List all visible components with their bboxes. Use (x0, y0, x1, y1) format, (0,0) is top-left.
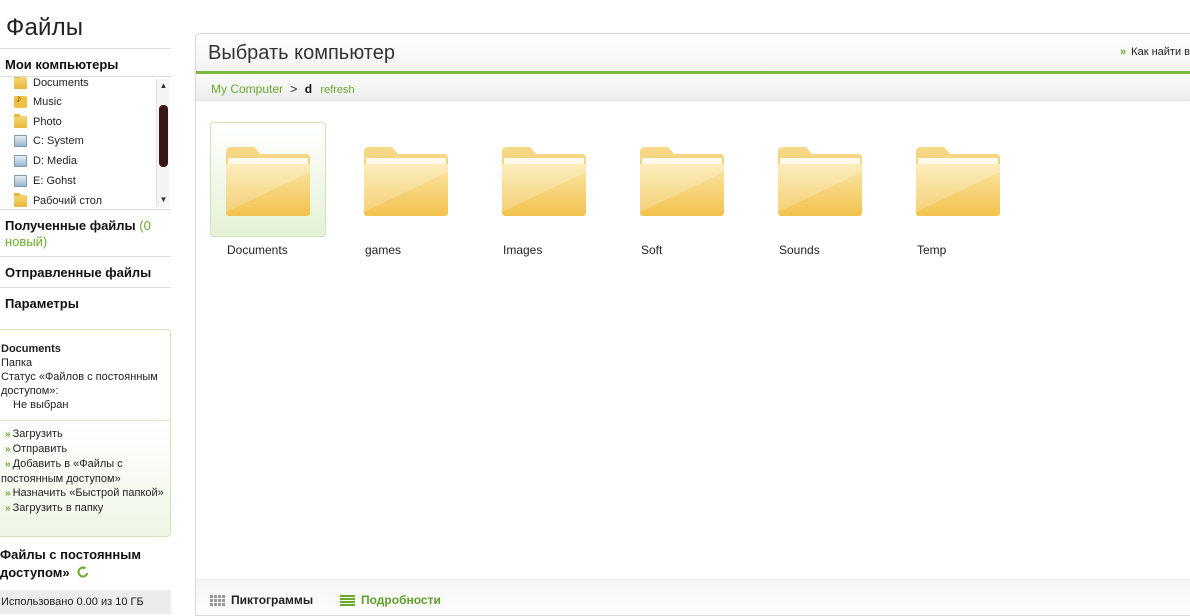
access-status-value: Не выбран (13, 399, 69, 411)
tree-item-photo[interactable]: Photo (14, 113, 62, 131)
folder-label: games (365, 243, 402, 257)
folder-item[interactable]: Documents (210, 122, 326, 262)
view-details-label: Подробности (361, 593, 441, 607)
upload-to-folder-action[interactable]: » Загрузить в папку (1, 501, 169, 516)
folder-label: Documents (227, 243, 288, 257)
folder-label: Temp (917, 243, 947, 257)
list-icon (340, 594, 355, 606)
view-icons-button[interactable]: Пиктограммы (210, 593, 313, 607)
chevron-right-icon: » (5, 488, 11, 499)
folder-icon (14, 77, 27, 89)
divider (0, 420, 170, 421)
tree-item-label: Рабочий стол (33, 195, 103, 207)
storage-usage: Использовано 0.00 из 10 ГБ (0, 590, 171, 614)
folder-label: Images (503, 243, 543, 257)
folder-grid: Documents games Images Soft Sounds Temp (210, 122, 1170, 262)
view-icons-label: Пиктограммы (231, 593, 314, 607)
access-status-label: Статус «Файлов с постоянным доступом»: (1, 371, 158, 397)
tree-item-music[interactable]: Music (14, 93, 62, 111)
view-details-button[interactable]: Подробности (340, 593, 441, 607)
scroll-up-arrow-icon[interactable]: ▲ (159, 81, 168, 91)
send-action[interactable]: » Отправить (1, 442, 169, 457)
refresh-link[interactable]: refresh (320, 84, 354, 96)
add-to-pinned-action[interactable]: » Добавить в «Файлы с постоянным доступом… (1, 457, 169, 486)
upload-action[interactable]: » Загрузить (1, 427, 169, 442)
pinned-files-heading[interactable]: Файлы с постоянным доступом» (0, 546, 171, 582)
settings-link[interactable]: Параметры (5, 296, 79, 311)
folder-icon (640, 147, 724, 216)
chevron-right-icon: » (5, 503, 11, 514)
tree-item-label: E: Gohst (33, 175, 76, 187)
breadcrumb-root-link[interactable]: My Computer (211, 82, 283, 96)
folder-item[interactable]: Soft (624, 122, 740, 262)
divider (0, 287, 171, 288)
main-header: Выбрать компьютер » Как найти в (196, 34, 1190, 74)
help-link[interactable]: » Как найти в (1120, 46, 1190, 58)
tree-item-label: D: Media (33, 155, 78, 167)
selected-item-type: Папка (1, 357, 33, 369)
breadcrumb-current: d (304, 82, 313, 96)
tree-item-c-system[interactable]: C: System (14, 132, 84, 150)
view-switcher: Пиктограммы Подробности (196, 579, 1190, 615)
tree-item-label: Photo (33, 116, 62, 128)
folder-icon (14, 193, 27, 207)
sent-files-link[interactable]: Отправленные файлы (5, 265, 151, 280)
chevron-right-icon: » (1120, 46, 1127, 58)
scrollbar-thumb[interactable] (159, 105, 168, 167)
tree-item-e-gohst[interactable]: E: Gohst (14, 172, 76, 190)
selected-item-name: Documents (1, 343, 61, 355)
actions-list: » Загрузить » Отправить » Добавить в «Файлы… (1, 427, 169, 516)
received-files-link[interactable]: Полученные файлы (0 новый) (5, 218, 170, 250)
music-folder-icon (14, 93, 27, 108)
tree-item-label: Documents (33, 77, 89, 89)
tree-scrollbar[interactable]: ▲ ▼ (156, 79, 169, 207)
tree-item-desktop[interactable]: Рабочий стол (14, 192, 102, 209)
sidebar: Файлы Мои компьютеры Documents Music Pho… (0, 0, 171, 616)
chevron-right-icon: » (5, 444, 11, 455)
folder-item[interactable]: Sounds (762, 122, 878, 262)
folder-label: Soft (641, 243, 663, 257)
pinned-files-label: Файлы с постоянным доступом» (0, 547, 141, 580)
chevron-right-icon: » (5, 459, 11, 470)
drive-icon (14, 155, 27, 167)
page-title: Файлы (6, 14, 84, 41)
folder-icon (502, 147, 586, 216)
computer-tree: Documents Music Photo C: System D: Media… (0, 77, 171, 209)
chevron-right-icon: » (5, 429, 11, 440)
tree-item-d-media[interactable]: D: Media (14, 152, 77, 170)
folder-icon (226, 147, 310, 216)
tree-item-label: Music (33, 96, 62, 108)
selection-info-panel: Documents Папка Статус «Файлов с постоян… (0, 329, 171, 537)
tree-item-documents[interactable]: Documents (14, 77, 89, 92)
folder-item[interactable]: games (348, 122, 464, 262)
tree-item-label: C: System (33, 135, 84, 147)
folder-icon (364, 147, 448, 216)
received-files-label: Полученные файлы (5, 218, 136, 233)
set-quick-folder-action[interactable]: » Назначить «Быстрой папкой» (1, 486, 169, 501)
divider (0, 256, 171, 257)
main-panel: Выбрать компьютер » Как найти в My Comput… (195, 33, 1190, 616)
divider (0, 48, 171, 49)
scroll-down-arrow-icon[interactable]: ▼ (159, 195, 168, 205)
grid-icon (210, 594, 225, 606)
main-title: Выбрать компьютер (208, 42, 395, 64)
folder-item[interactable]: Images (486, 122, 602, 262)
drive-icon (14, 135, 27, 147)
divider (0, 209, 171, 210)
breadcrumb: My Computer > d refresh (196, 77, 1190, 101)
folder-item[interactable]: Temp (900, 122, 1016, 262)
folder-icon (778, 147, 862, 216)
refresh-icon[interactable] (77, 566, 89, 578)
my-computers-heading[interactable]: Мои компьютеры (5, 57, 118, 72)
drive-icon (14, 175, 27, 187)
breadcrumb-separator: > (290, 82, 298, 96)
folder-icon (14, 114, 27, 128)
folder-label: Sounds (779, 243, 820, 257)
folder-icon (916, 147, 1000, 216)
